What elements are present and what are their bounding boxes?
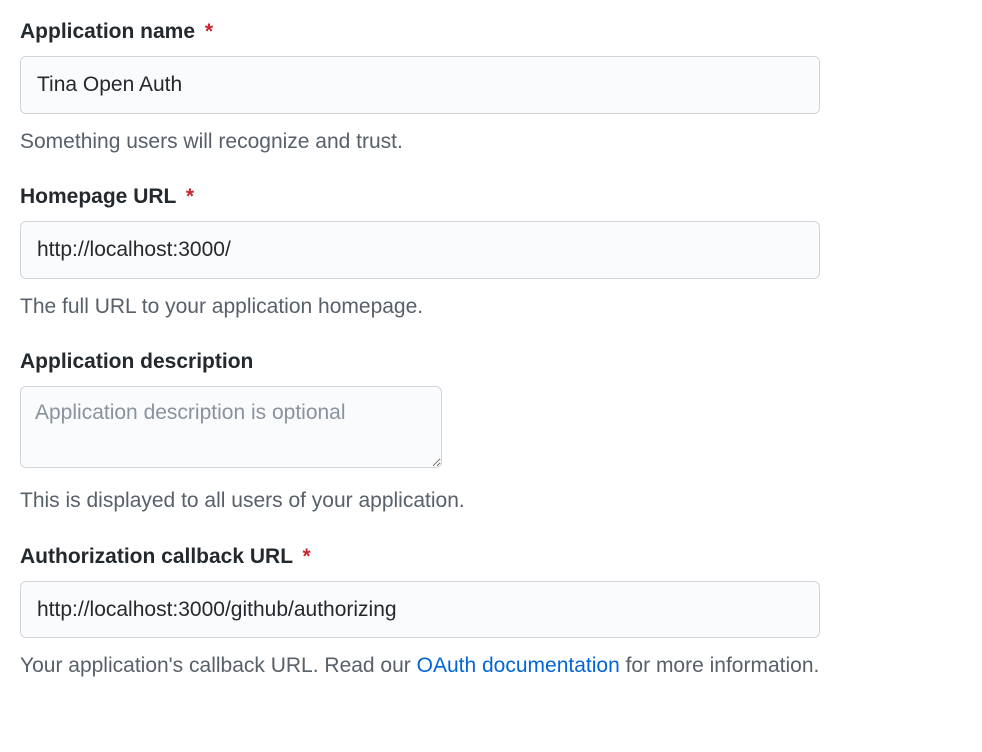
label-text: Authorization callback URL — [20, 545, 293, 568]
homepage-url-group: Homepage URL * The full URL to your appl… — [20, 185, 962, 322]
hint-prefix: Your application's callback URL. Read ou… — [20, 654, 417, 677]
application-description-hint: This is displayed to all users of your a… — [20, 485, 962, 517]
required-asterisk: * — [186, 185, 194, 208]
callback-url-input[interactable] — [20, 581, 820, 639]
label-text: Application description — [20, 350, 253, 373]
application-name-group: Application name * Something users will … — [20, 20, 962, 157]
homepage-url-label: Homepage URL * — [20, 185, 962, 209]
callback-url-hint: Your application's callback URL. Read ou… — [20, 650, 962, 682]
required-asterisk: * — [303, 545, 311, 568]
label-text: Application name — [20, 20, 195, 43]
callback-url-label: Authorization callback URL * — [20, 545, 962, 569]
application-name-hint: Something users will recognize and trust… — [20, 126, 962, 158]
homepage-url-input[interactable] — [20, 221, 820, 279]
application-description-label: Application description — [20, 350, 962, 374]
application-name-input[interactable] — [20, 56, 820, 114]
required-asterisk: * — [205, 20, 213, 43]
homepage-url-hint: The full URL to your application homepag… — [20, 291, 962, 323]
label-text: Homepage URL — [20, 185, 176, 208]
application-description-textarea[interactable] — [20, 386, 442, 468]
application-name-label: Application name * — [20, 20, 962, 44]
application-description-group: Application description This is displaye… — [20, 350, 962, 517]
callback-url-group: Authorization callback URL * Your applic… — [20, 545, 962, 682]
hint-suffix: for more information. — [620, 654, 820, 677]
oauth-documentation-link[interactable]: OAuth documentation — [417, 654, 620, 677]
